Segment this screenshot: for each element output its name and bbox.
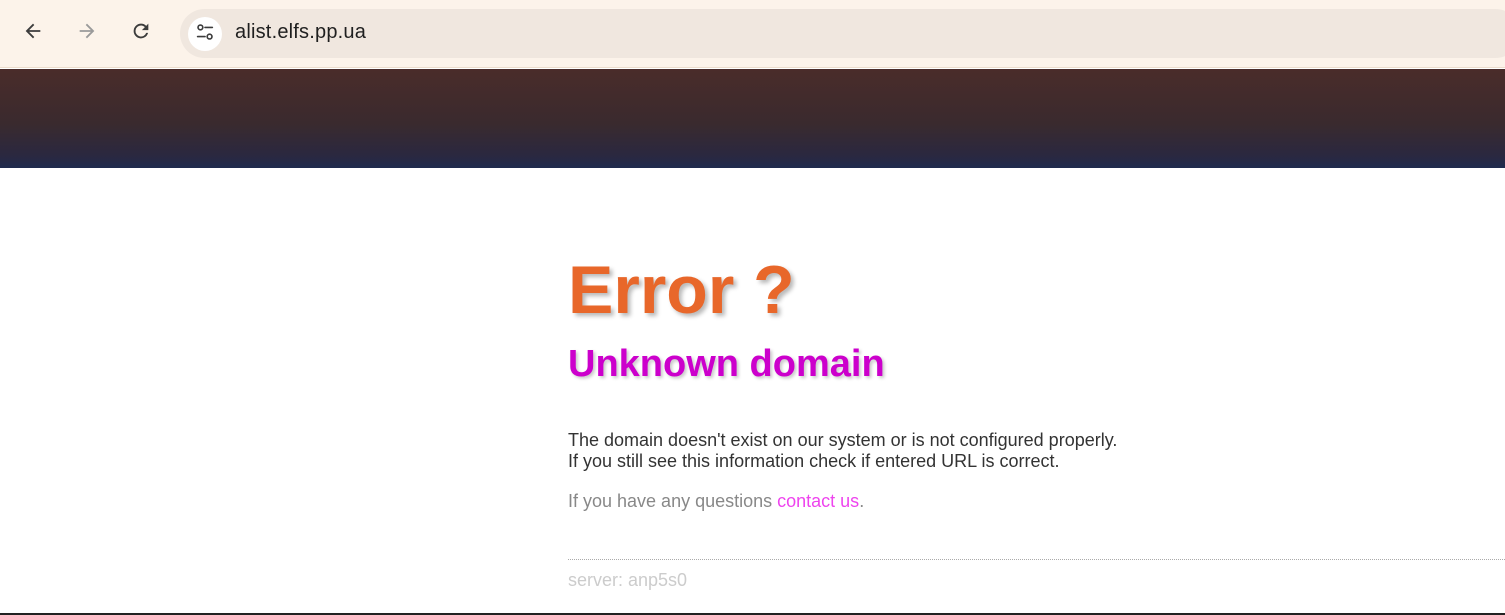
reload-icon [130, 20, 152, 47]
server-id: server: anp5s0 [568, 570, 688, 590]
questions-prefix: If you have any questions [568, 491, 778, 511]
arrow-right-icon [76, 20, 98, 47]
address-bar[interactable]: alist.elfs.pp.ua [180, 9, 1505, 58]
contact-us-link[interactable]: contact us [777, 491, 859, 511]
questions-text: If you have any questions contact us. [568, 490, 1505, 512]
url-text[interactable]: alist.elfs.pp.ua [235, 21, 366, 44]
error-title: Error ? [568, 252, 795, 328]
tune-icon [194, 21, 216, 48]
error-subtitle: Unknown domain [568, 343, 885, 385]
browser-toolbar: alist.elfs.pp.ua [0, 0, 1505, 68]
description-line-2: If you still see this information check … [568, 451, 1060, 471]
description-line-1: The domain doesn't exist on our system o… [568, 430, 1118, 450]
error-content: Error ? Unknown domain The domain doesn'… [568, 248, 1505, 591]
site-info-button[interactable] [188, 17, 222, 51]
header-banner [0, 69, 1505, 168]
questions-suffix: . [859, 491, 865, 511]
reload-button[interactable] [122, 14, 160, 52]
forward-button[interactable] [68, 14, 106, 52]
error-description: The domain doesn't exist on our system o… [568, 430, 1505, 472]
divider [568, 559, 1505, 560]
back-button[interactable] [14, 14, 52, 52]
arrow-left-icon [22, 20, 44, 47]
